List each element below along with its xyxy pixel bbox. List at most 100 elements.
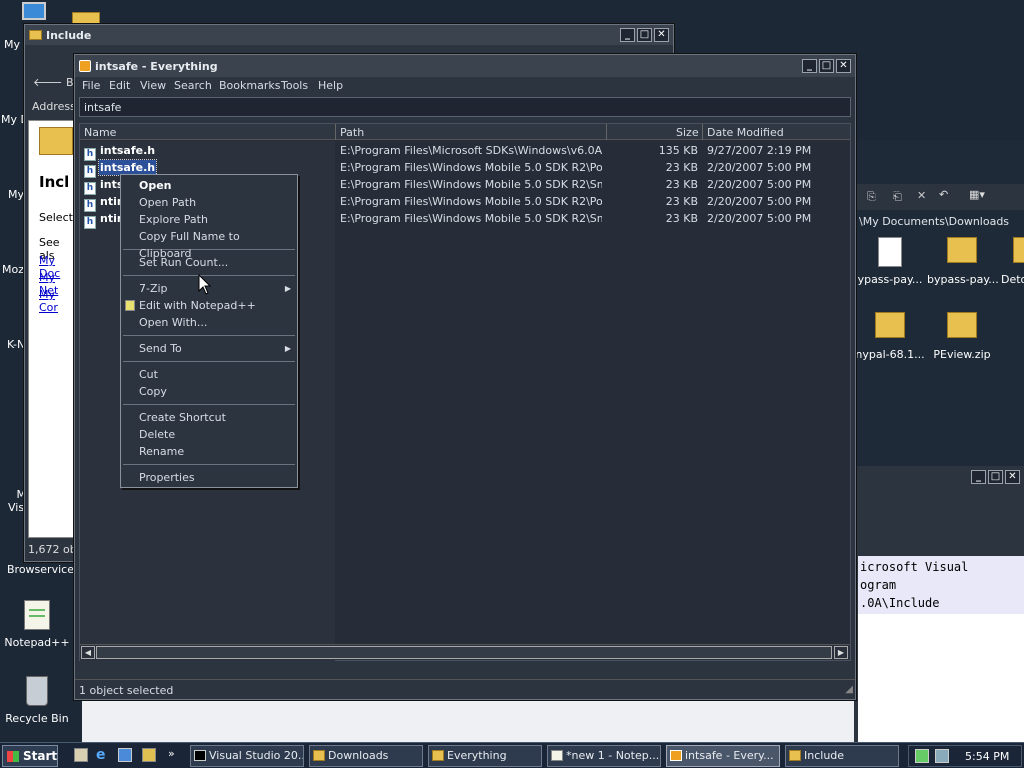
menu-open-with[interactable]: Open With... [121,314,297,331]
chevron-icon[interactable]: » [168,747,175,760]
menu-send-to[interactable]: Send To ▶ [121,340,297,357]
minimize-button[interactable]: _ [971,470,986,484]
file-item[interactable]: Deto [1001,237,1024,293]
menu-explore-path[interactable]: Explore Path [121,211,297,228]
views-icon[interactable]: ▦▾ [969,188,985,201]
desktop-label[interactable]: My [4,38,20,51]
search-input[interactable]: intsafe [79,97,851,117]
computer-icon [22,2,46,20]
file-item[interactable]: PEview.zip [927,312,997,368]
submenu-arrow-icon: ▶ [284,284,291,293]
table-row[interactable]: h intsafe.h E:\Program Files\Microsoft S… [80,142,850,161]
close-button[interactable]: ✕ [654,28,669,42]
desktop-icon-recycle-bin[interactable]: Recycle Bin [4,676,70,732]
menu-delete[interactable]: Delete [121,426,297,443]
taskbar-button-downloads[interactable]: Downloads [309,745,423,767]
column-header-name[interactable]: Name [84,126,116,139]
taskbar-button-everything-folder[interactable]: Everything [428,745,542,767]
downloads-window[interactable]: ⎘ ⎗ ✕ ↶ ▦▾ \My Documents\Downloads ypass… [854,140,1024,466]
show-desktop-icon[interactable] [74,748,88,762]
desktop-label[interactable]: K-N [7,338,25,351]
everything-title: intsafe - Everything [95,59,218,73]
context-menu[interactable]: Open Open Path Explore Path Copy Full Na… [120,174,298,488]
menu-properties[interactable]: Properties [121,469,297,486]
ie-icon[interactable]: e [96,747,106,763]
minimize-button[interactable]: _ [620,28,635,42]
move-to-icon[interactable]: ⎘ [867,190,876,204]
maximize-button[interactable]: □ [819,59,834,73]
taskbar-button-visual-studio[interactable]: Visual Studio 20... [190,745,304,767]
column-header-date[interactable]: Date Modified [707,126,784,139]
scroll-left-button[interactable]: ◀ [81,646,95,659]
menu-cut[interactable]: Cut [121,366,297,383]
include-link[interactable]: My Cor [39,288,73,314]
quick-launch: e » [70,747,184,765]
maximize-button[interactable]: □ [988,470,1003,484]
file-item[interactable]: ypass-pay... [855,237,925,293]
submenu-arrow-icon: ▶ [284,344,291,353]
resize-grip-icon[interactable]: ◢ [845,684,853,695]
column-header-path[interactable]: Path [340,126,364,139]
desktop-label[interactable]: Moz [2,263,24,276]
desktop-label[interactable]: My [8,188,24,201]
row-path: E:\Program Files\Windows Mobile 5.0 SDK … [340,212,602,225]
maximize-button[interactable]: □ [637,28,652,42]
zip-folder-icon [1013,237,1024,263]
menu-create-shortcut[interactable]: Create Shortcut [121,409,297,426]
menu-search[interactable]: Search [174,79,212,92]
include-address-label: Address [32,100,76,113]
close-button[interactable]: ✕ [836,59,851,73]
delete-icon[interactable]: ✕ [917,189,926,202]
downloads-address[interactable]: \My Documents\Downloads [859,215,1024,228]
menu-edit[interactable]: Edit [109,79,130,92]
menu-copy-full-name[interactable]: Copy Full Name to Clipboard [121,228,297,260]
everything-titlebar[interactable]: intsafe - Everything [75,55,855,77]
taskbar-button-notepad[interactable]: *new 1 - Notep... [547,745,661,767]
clock[interactable]: 5:54 PM [965,750,1009,763]
notepad-editor[interactable]: icrosoft Visual ogram .0A\Include [858,556,1024,742]
file-item[interactable]: nypal-68.1... [855,312,925,368]
menu-view[interactable]: View [140,79,166,92]
search-icon[interactable] [142,748,156,762]
start-button[interactable]: Start [2,745,58,767]
menu-copy[interactable]: Copy [121,383,297,400]
folder-icon [432,750,444,761]
taskbar-button-include[interactable]: Include [785,745,899,767]
row-size: 23 KB [665,212,698,225]
copy-to-icon[interactable]: ⎗ [893,190,902,204]
background-window-strip [82,700,854,742]
menu-open-path[interactable]: Open Path [121,194,297,211]
undo-icon[interactable]: ↶ [939,188,948,201]
menu-open[interactable]: Open [121,177,297,194]
column-header-size[interactable]: Size [676,126,699,139]
desktop-icon-notepad[interactable]: Notepad++ [4,600,70,656]
menu-file[interactable]: File [82,79,100,92]
menu-tools[interactable]: Tools [281,79,308,92]
menu-set-run-count[interactable]: Set Run Count... [121,254,297,271]
menu-bookmarks[interactable]: Bookmarks [219,79,280,92]
row-date: 2/20/2007 5:00 PM [707,161,812,174]
folder-icon [313,750,325,761]
scroll-right-button[interactable]: ▶ [834,646,848,659]
file-item[interactable]: bypass-pay... [927,237,999,293]
menu-rename[interactable]: Rename [121,443,297,460]
close-button[interactable]: ✕ [1005,470,1020,484]
include-status: 1,672 ob [28,543,77,556]
status-text: 1 object selected [79,684,174,697]
minimize-button[interactable]: _ [802,59,817,73]
desktop-icon-computer[interactable] [22,2,50,22]
scroll-thumb[interactable] [96,646,832,659]
tray-network-icon[interactable] [935,749,949,763]
outlook-icon[interactable] [118,748,132,762]
taskbar-button-everything-active[interactable]: intsafe - Every... [666,745,780,767]
tray-app-icon[interactable] [915,749,929,763]
desktop-label-browservice[interactable]: Browservice [7,563,74,576]
menu-edit-notepad[interactable]: Edit with Notepad++ [121,297,297,314]
horizontal-scrollbar[interactable]: ◀ ▶ [80,644,850,660]
back-arrow-icon: 🡐 [33,76,63,89]
include-titlebar[interactable]: Include [25,25,673,45]
row-name: intsafe.h [100,144,156,157]
include-select-label: Select [39,211,73,224]
notepad-window[interactable]: _ □ ✕ icrosoft Visual ogram .0A\Include [854,466,1024,742]
menu-help[interactable]: Help [318,79,343,92]
